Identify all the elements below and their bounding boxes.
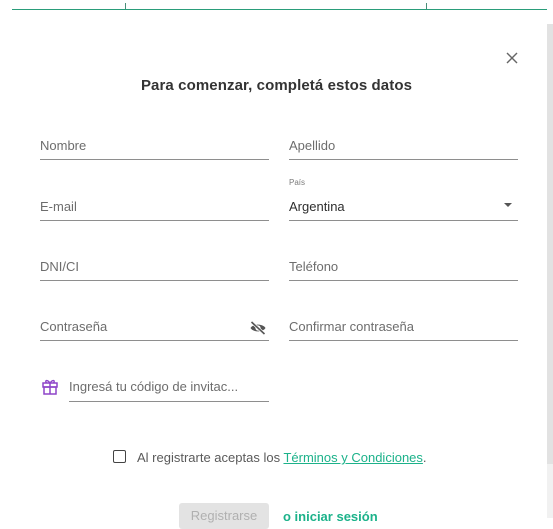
password-label: Contraseña xyxy=(40,319,108,334)
terms-suffix: . xyxy=(422,450,427,465)
eye-off-icon[interactable] xyxy=(249,320,267,336)
telefono-field[interactable]: Teléfono xyxy=(289,250,518,281)
confirm-password-field[interactable]: Confirmar contraseña xyxy=(289,310,518,341)
email-label: E-mail xyxy=(40,199,77,214)
top-divider xyxy=(12,9,547,10)
nombre-label: Nombre xyxy=(40,138,87,153)
top-divider-tick xyxy=(426,3,427,9)
top-divider-tick xyxy=(125,3,126,9)
pais-select[interactable]: País Argentina xyxy=(289,178,518,221)
terms-prefix: Al registrarte aceptas los xyxy=(137,450,284,465)
nombre-field[interactable]: Nombre xyxy=(40,129,269,160)
telefono-label: Teléfono xyxy=(289,259,339,274)
gift-icon xyxy=(41,377,59,395)
dni-label: DNI/CI xyxy=(40,259,79,274)
close-icon[interactable] xyxy=(503,49,521,67)
register-button[interactable]: Registrarse xyxy=(179,503,269,529)
chevron-down-icon[interactable] xyxy=(504,203,512,207)
invite-code-input[interactable]: Ingresá tu código de invitac... xyxy=(69,371,269,402)
login-link[interactable]: o iniciar sesión xyxy=(283,509,378,524)
terms-link[interactable]: Términos y Condiciones xyxy=(283,450,422,465)
password-field[interactable]: Contraseña xyxy=(40,310,269,341)
invite-code-placeholder: Ingresá tu código de invitac... xyxy=(69,379,239,394)
dni-field[interactable]: DNI/CI xyxy=(40,250,269,281)
confirm-password-label: Confirmar contraseña xyxy=(289,319,414,334)
email-field[interactable]: E-mail xyxy=(40,190,269,221)
terms-text: Al registrarte aceptas los Términos y Co… xyxy=(137,450,427,465)
apellido-field[interactable]: Apellido xyxy=(289,129,518,160)
pais-value: Argentina xyxy=(289,199,345,214)
apellido-label: Apellido xyxy=(289,138,336,153)
modal-title: Para comenzar, completá estos datos xyxy=(140,77,413,94)
pais-label: País xyxy=(289,178,306,187)
terms-checkbox[interactable] xyxy=(113,450,126,463)
